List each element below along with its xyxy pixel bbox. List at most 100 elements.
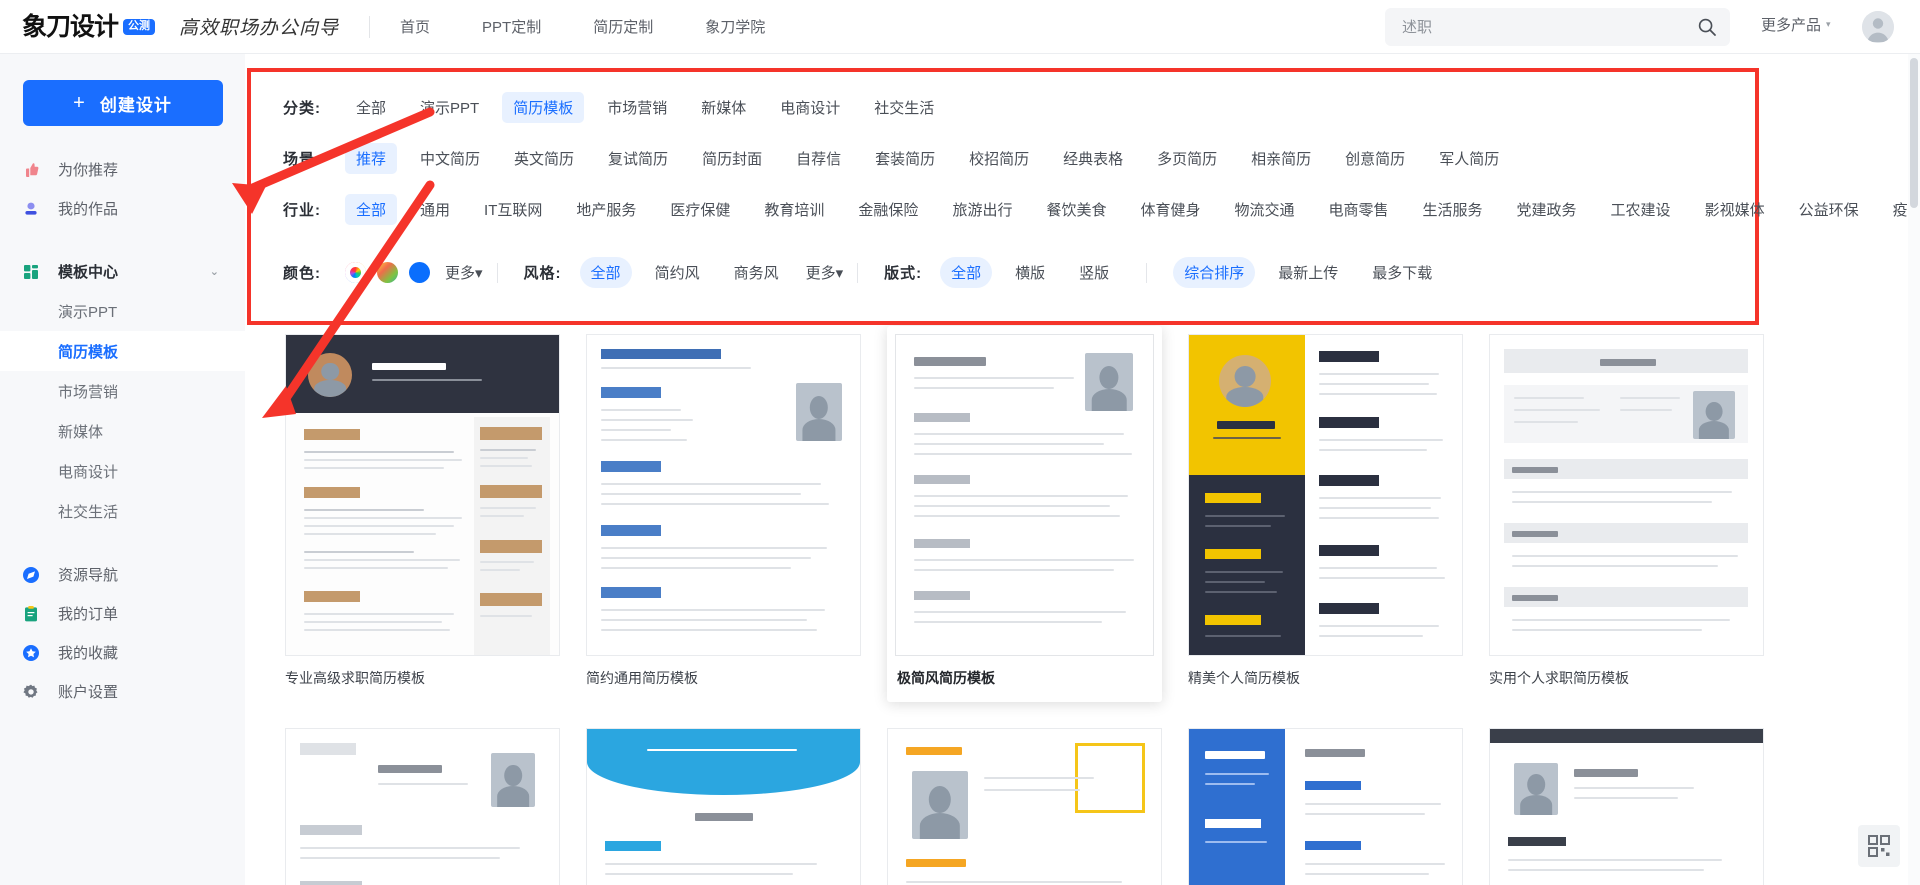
filter-chip-multipage-resume[interactable]: 多页简历 [1146, 143, 1228, 174]
style-more-button[interactable]: 更多▾ [806, 262, 844, 283]
nav-item-home[interactable]: 首页 [400, 16, 430, 37]
filter-chip-english-resume[interactable]: 英文简历 [503, 143, 585, 174]
filter-chip-marketing[interactable]: 市场营销 [596, 92, 678, 123]
template-thumbnail[interactable] [285, 334, 560, 656]
filter-chip-recommended[interactable]: 推荐 [345, 143, 398, 174]
filter-chip-construction[interactable]: 工农建设 [1600, 194, 1682, 225]
nav-item-ppt-custom[interactable]: PPT定制 [482, 16, 541, 37]
chevron-down-icon[interactable]: ⌄ [210, 265, 219, 278]
sidebar-item-account-settings[interactable]: 账户设置 [0, 672, 245, 711]
sidebar-item-new-media[interactable]: 新媒体 [0, 411, 245, 451]
sidebar-item-ppt[interactable]: 演示PPT [0, 291, 245, 331]
filter-chip-life-services[interactable]: 生活服务 [1412, 194, 1494, 225]
create-design-button[interactable]: + 创建设计 [22, 80, 223, 126]
layout-chip-portrait[interactable]: 竖版 [1068, 257, 1120, 288]
nav-item-resume-custom[interactable]: 简历定制 [593, 16, 653, 37]
layout-chip-landscape[interactable]: 横版 [1004, 257, 1056, 288]
template-card[interactable]: 精美个人简历模板 [1188, 334, 1463, 702]
sort-chip-newest[interactable]: 最新上传 [1267, 257, 1349, 288]
style-chip-minimal[interactable]: 简约风 [644, 257, 711, 288]
filter-chip-all[interactable]: 全部 [345, 92, 397, 123]
filter-chip-ecommerce[interactable]: 电商设计 [769, 92, 851, 123]
template-card[interactable]: 实用个人求职简历模板 [1489, 334, 1764, 702]
filter-chip-ppt[interactable]: 演示PPT [409, 92, 490, 123]
filter-chip-media[interactable]: 影视媒体 [1694, 194, 1776, 225]
filter-chip-military-resume[interactable]: 军人简历 [1428, 143, 1510, 174]
template-thumbnail[interactable] [586, 728, 861, 885]
filter-chip-social-life[interactable]: 社交生活 [863, 92, 945, 123]
filter-chip-resume-templates[interactable]: 简历模板 [502, 92, 585, 123]
page-scrollbar[interactable] [1908, 54, 1920, 885]
sidebar-item-recommended[interactable]: 为你推荐 [0, 150, 245, 189]
template-card[interactable]: 简约通用简历模板 [586, 334, 861, 702]
page-scroll-thumb[interactable] [1910, 58, 1918, 208]
logo[interactable]: 象刀设计 公测 [22, 14, 156, 39]
template-card[interactable]: 专业高级求职简历模板 [285, 334, 560, 702]
template-title: 实用个人求职简历模板 [1489, 670, 1629, 686]
filter-chip-healthcare[interactable]: 医疗保健 [659, 194, 741, 225]
sidebar-item-ecommerce[interactable]: 电商设计 [0, 451, 245, 491]
filter-chip-general[interactable]: 通用 [409, 194, 461, 225]
filter-chip-retail[interactable]: 电商零售 [1318, 194, 1400, 225]
search-input[interactable] [1385, 17, 1684, 37]
filter-chip-sports[interactable]: 体育健身 [1129, 194, 1211, 225]
style-chip-business[interactable]: 商务风 [723, 257, 790, 288]
filter-chip-cover-letter[interactable]: 自荐信 [785, 143, 852, 174]
avatar[interactable] [1862, 11, 1894, 43]
filter-chip-resume-cover[interactable]: 简历封面 [691, 143, 773, 174]
more-products-menu[interactable]: 更多产品 ▾ [1761, 14, 1831, 35]
filter-chip-travel[interactable]: 旅游出行 [941, 194, 1023, 225]
sort-chip-comprehensive[interactable]: 综合排序 [1173, 257, 1256, 288]
sidebar-item-my-orders[interactable]: 我的订单 [0, 594, 245, 633]
template-thumbnail[interactable] [285, 728, 560, 885]
sort-chip-most-downloaded[interactable]: 最多下载 [1361, 257, 1443, 288]
sidebar-item-template-center[interactable]: 模板中心 ⌄ [0, 252, 245, 291]
search-box[interactable] [1385, 8, 1730, 46]
sidebar-item-social-life[interactable]: 社交生活 [0, 491, 245, 531]
filter-chip-classic-table[interactable]: 经典表格 [1052, 143, 1134, 174]
sidebar-item-marketing[interactable]: 市场营销 [0, 371, 245, 411]
template-card[interactable] [887, 728, 1162, 885]
filter-chip-creative-resume[interactable]: 创意简历 [1334, 143, 1416, 174]
search-icon[interactable] [1684, 8, 1730, 46]
template-thumbnail[interactable] [1489, 728, 1764, 885]
template-card[interactable] [1489, 728, 1764, 885]
layout-chip-all[interactable]: 全部 [940, 257, 993, 288]
filter-chip-finance[interactable]: 金融保险 [847, 194, 929, 225]
filter-chip-second-interview[interactable]: 复试简历 [597, 143, 679, 174]
filter-chip-chinese-resume[interactable]: 中文简历 [409, 143, 491, 174]
filter-chip-it-internet[interactable]: IT互联网 [473, 194, 553, 225]
sidebar-item-my-favorites[interactable]: 我的收藏 [0, 633, 245, 672]
filter-chip-government[interactable]: 党建政务 [1506, 194, 1588, 225]
filter-chip-real-estate[interactable]: 地产服务 [565, 194, 647, 225]
filter-chip-new-media[interactable]: 新媒体 [690, 92, 757, 123]
template-thumbnail[interactable] [1188, 728, 1463, 885]
filter-chip-public-welfare[interactable]: 公益环保 [1788, 194, 1870, 225]
filter-chip-logistics[interactable]: 物流交通 [1223, 194, 1305, 225]
template-card[interactable] [1188, 728, 1463, 885]
template-thumbnail[interactable] [1188, 334, 1463, 656]
qr-code-icon[interactable] [1858, 825, 1900, 867]
style-chip-all[interactable]: 全部 [579, 257, 632, 288]
filter-chip-matchmaking-resume[interactable]: 相亲简历 [1240, 143, 1322, 174]
color-swatch-blue[interactable] [409, 262, 430, 283]
sidebar-item-resource-nav[interactable]: 资源导航 [0, 555, 245, 594]
template-thumbnail[interactable] [586, 334, 861, 656]
filter-chip-education[interactable]: 教育培训 [753, 194, 835, 225]
color-swatch-rainbow-gradient[interactable] [377, 262, 398, 283]
template-thumbnail[interactable] [1489, 334, 1764, 656]
filter-chip-suite-resume[interactable]: 套装简历 [864, 143, 946, 174]
color-more-button[interactable]: 更多▾ [445, 262, 483, 283]
template-thumbnail[interactable] [895, 334, 1154, 656]
template-card-featured[interactable]: 极简风简历模板 [887, 326, 1162, 702]
template-thumbnail[interactable] [887, 728, 1162, 885]
template-card[interactable]: 简约个人简历模板 [285, 728, 560, 885]
sidebar-item-resume-templates[interactable]: 简历模板 [0, 331, 245, 371]
filter-chip-campus-resume[interactable]: 校招简历 [958, 143, 1040, 174]
color-swatch-rainbow-ring[interactable] [345, 262, 366, 283]
filter-chip-food[interactable]: 餐饮美食 [1035, 194, 1117, 225]
template-card[interactable] [586, 728, 861, 885]
sidebar-item-my-works[interactable]: 我的作品 [0, 189, 245, 228]
filter-chip-industry-all[interactable]: 全部 [345, 194, 398, 225]
nav-item-academy[interactable]: 象刀学院 [705, 16, 765, 37]
